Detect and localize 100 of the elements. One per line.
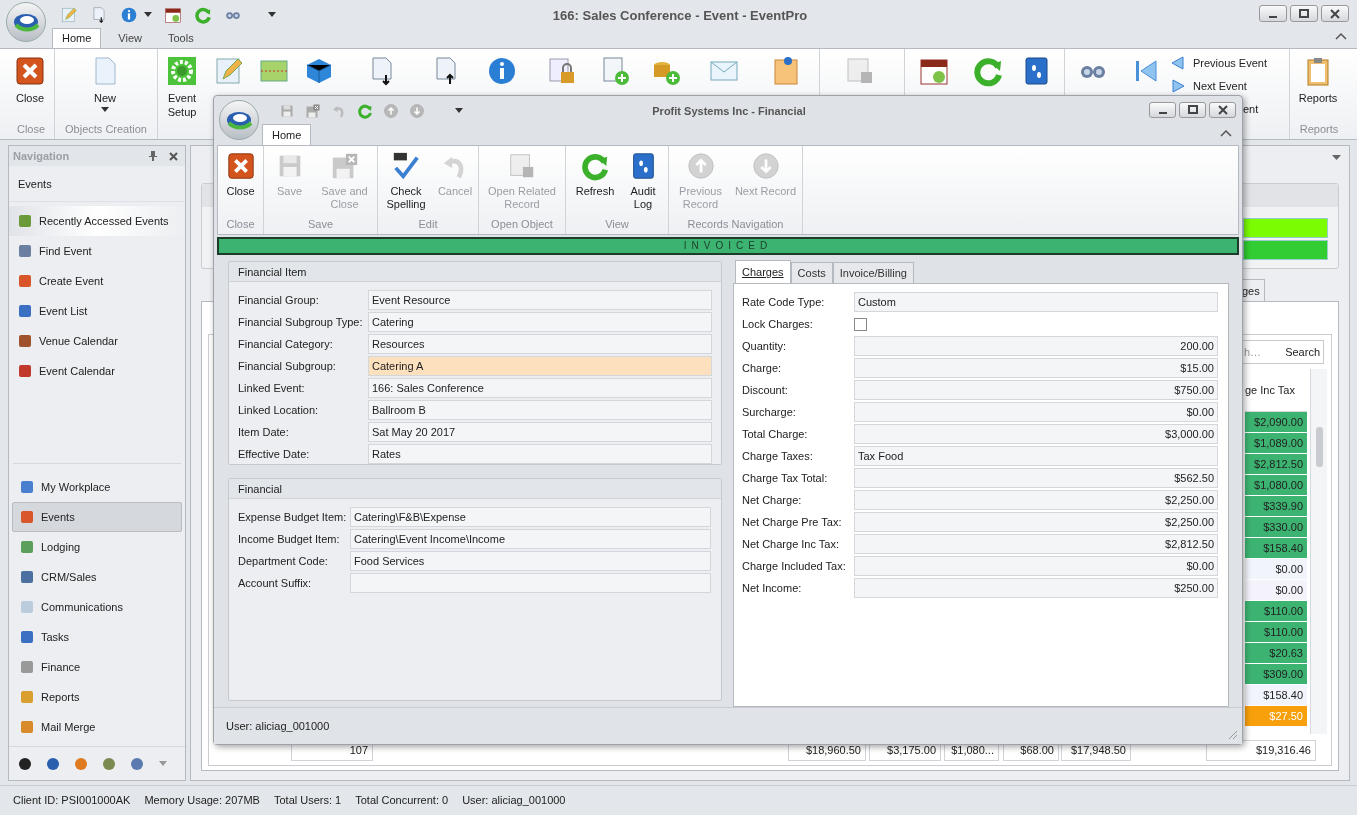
table-cell: $158.40 [1245, 685, 1307, 706]
field-label: Net Charge Inc Tax: [742, 536, 840, 552]
ribbon-tab[interactable]: Home [52, 28, 102, 48]
input-field[interactable]: 200.00 [854, 336, 1218, 356]
module-item[interactable]: CRM/Sales [12, 562, 182, 592]
field-label: Total Charge: [742, 426, 809, 442]
group-label: Close [225, 217, 256, 232]
detail-tab[interactable]: Charges [735, 260, 791, 283]
group-title: Financial [229, 479, 721, 499]
ribbon-button[interactable]: Previous Event [1171, 55, 1283, 71]
ribbon-button[interactable]: Close [218, 151, 263, 198]
field-label: Net Income: [742, 580, 803, 596]
module-item[interactable]: Finance [12, 652, 182, 682]
group-label: Save [306, 217, 335, 232]
group-label: Open Object [490, 217, 554, 232]
input-field[interactable]: Rates [368, 444, 712, 464]
group-label: View [604, 217, 630, 232]
nav-item[interactable]: Create Event [9, 266, 185, 296]
table-cell: $1,080.00 [1245, 475, 1307, 496]
ribbon-button[interactable]: Check Spelling [379, 151, 433, 211]
nav-item[interactable]: Event Calendar [9, 356, 185, 386]
field-label: Net Charge: [742, 492, 803, 508]
field-label: Surcharge: [742, 404, 797, 420]
table-cell: $330.00 [1245, 517, 1307, 538]
field-label: Financial Subgroup Type: [238, 314, 364, 330]
table-cell: $309.00 [1245, 664, 1307, 685]
ribbon-button[interactable]: New [55, 55, 155, 121]
status-text: User: aliciag_001000 [462, 793, 566, 809]
input-field[interactable]: $562.50 [854, 468, 1218, 488]
input-field[interactable]: Sat May 20 2017 [368, 422, 712, 442]
field-label: Rate Code Type: [742, 294, 826, 310]
input-field[interactable]: Event Resource [368, 290, 712, 310]
ribbon-button[interactable]: Event Setup [158, 55, 206, 119]
nav-item[interactable]: Venue Calendar [9, 326, 185, 356]
field-label: Financial Group: [238, 292, 320, 308]
input-field[interactable]: $15.00 [854, 358, 1218, 378]
input-field[interactable]: Resources [368, 334, 712, 354]
input-field[interactable]: Food Services [350, 551, 711, 571]
ribbon-tab[interactable]: View [109, 28, 151, 48]
ribbon-button[interactable]: Refresh [569, 151, 621, 198]
input-field[interactable]: $2,250.00 [854, 490, 1218, 510]
table-cell: $0.00 [1245, 580, 1307, 601]
input-field[interactable]: Tax Food [854, 446, 1218, 466]
input-field[interactable]: $2,250.00 [854, 512, 1218, 532]
module-item[interactable]: Reports [12, 682, 182, 712]
input-field[interactable]: Catering A [368, 356, 712, 376]
search-label: Search [1285, 344, 1320, 360]
module-item[interactable]: Mail Merge [12, 712, 182, 742]
field-label: Effective Date: [238, 446, 311, 462]
search-placeholder: h… [1244, 344, 1262, 360]
nav-item[interactable]: Event List [9, 296, 185, 326]
group-label: Reports [1298, 122, 1340, 137]
input-field[interactable]: $0.00 [854, 556, 1218, 576]
nav-item[interactable]: Find Event [9, 236, 185, 266]
status-text: Memory Usage: 207MB [144, 793, 260, 809]
field-label: Linked Event: [238, 380, 306, 396]
field-label: Item Date: [238, 424, 290, 440]
input-field[interactable]: $750.00 [854, 380, 1218, 400]
table-cell: $27.50 [1245, 706, 1307, 727]
window-title: 166: Sales Conference - Event - EventPro [551, 7, 809, 25]
window-title: Profit Systems Inc - Financial [651, 104, 807, 119]
field-label: Discount: [742, 382, 789, 398]
group-label: Edit [417, 217, 439, 232]
group-title: Financial Item [229, 262, 721, 282]
detail-tab[interactable]: Invoice/Billing [832, 262, 914, 283]
detail-tab[interactable]: Costs [790, 262, 833, 283]
panel-title: Navigation [13, 148, 70, 164]
ribbon-button[interactable]: Reports [1290, 55, 1346, 121]
table-cell: $20.63 [1245, 643, 1307, 664]
field-label: Linked Location: [238, 402, 320, 418]
ribbon-tab[interactable]: Home [262, 124, 312, 145]
module-item[interactable]: Tasks [12, 622, 182, 652]
field-label: Quantity: [742, 338, 788, 354]
ribbon-button[interactable]: ent [1243, 101, 1283, 117]
total-cell: $19,316.46 [1206, 740, 1316, 761]
input-field[interactable]: Custom [854, 292, 1218, 312]
module-item[interactable]: My Workplace [12, 472, 182, 502]
section-title: Events [9, 166, 185, 202]
input-field[interactable]: $0.00 [854, 402, 1218, 422]
field-label: Charge Taxes: [742, 448, 814, 464]
ribbon-button[interactable]: Close [8, 55, 52, 119]
module-item[interactable]: Communications [12, 592, 182, 622]
status-text: User: aliciag_001000 [226, 718, 330, 734]
ribbon-button[interactable]: Next Event [1171, 78, 1283, 94]
input-field[interactable]: $250.00 [854, 578, 1218, 598]
input-field[interactable]: 166: Sales Conference [368, 378, 712, 398]
input-field[interactable]: $2,812.50 [854, 534, 1218, 554]
module-item[interactable]: Events [12, 502, 182, 532]
ribbon-button[interactable]: Audit Log [621, 151, 665, 211]
field-label: Lock Charges: [742, 316, 814, 332]
input-field[interactable]: Catering [368, 312, 712, 332]
input-field[interactable]: Catering\Event Income\Income [350, 529, 711, 549]
ribbon-tab[interactable]: Tools [159, 28, 203, 48]
search-field[interactable]: h… Search [1240, 340, 1324, 364]
status-text: Client ID: PSI001000AK [13, 793, 131, 809]
input-field[interactable]: Ballroom B [368, 400, 712, 420]
input-field[interactable]: Catering\F&B\Expense [350, 507, 711, 527]
table-cell: $158.40 [1245, 538, 1307, 559]
module-item[interactable]: Lodging [12, 532, 182, 562]
input-field[interactable]: $3,000.00 [854, 424, 1218, 444]
